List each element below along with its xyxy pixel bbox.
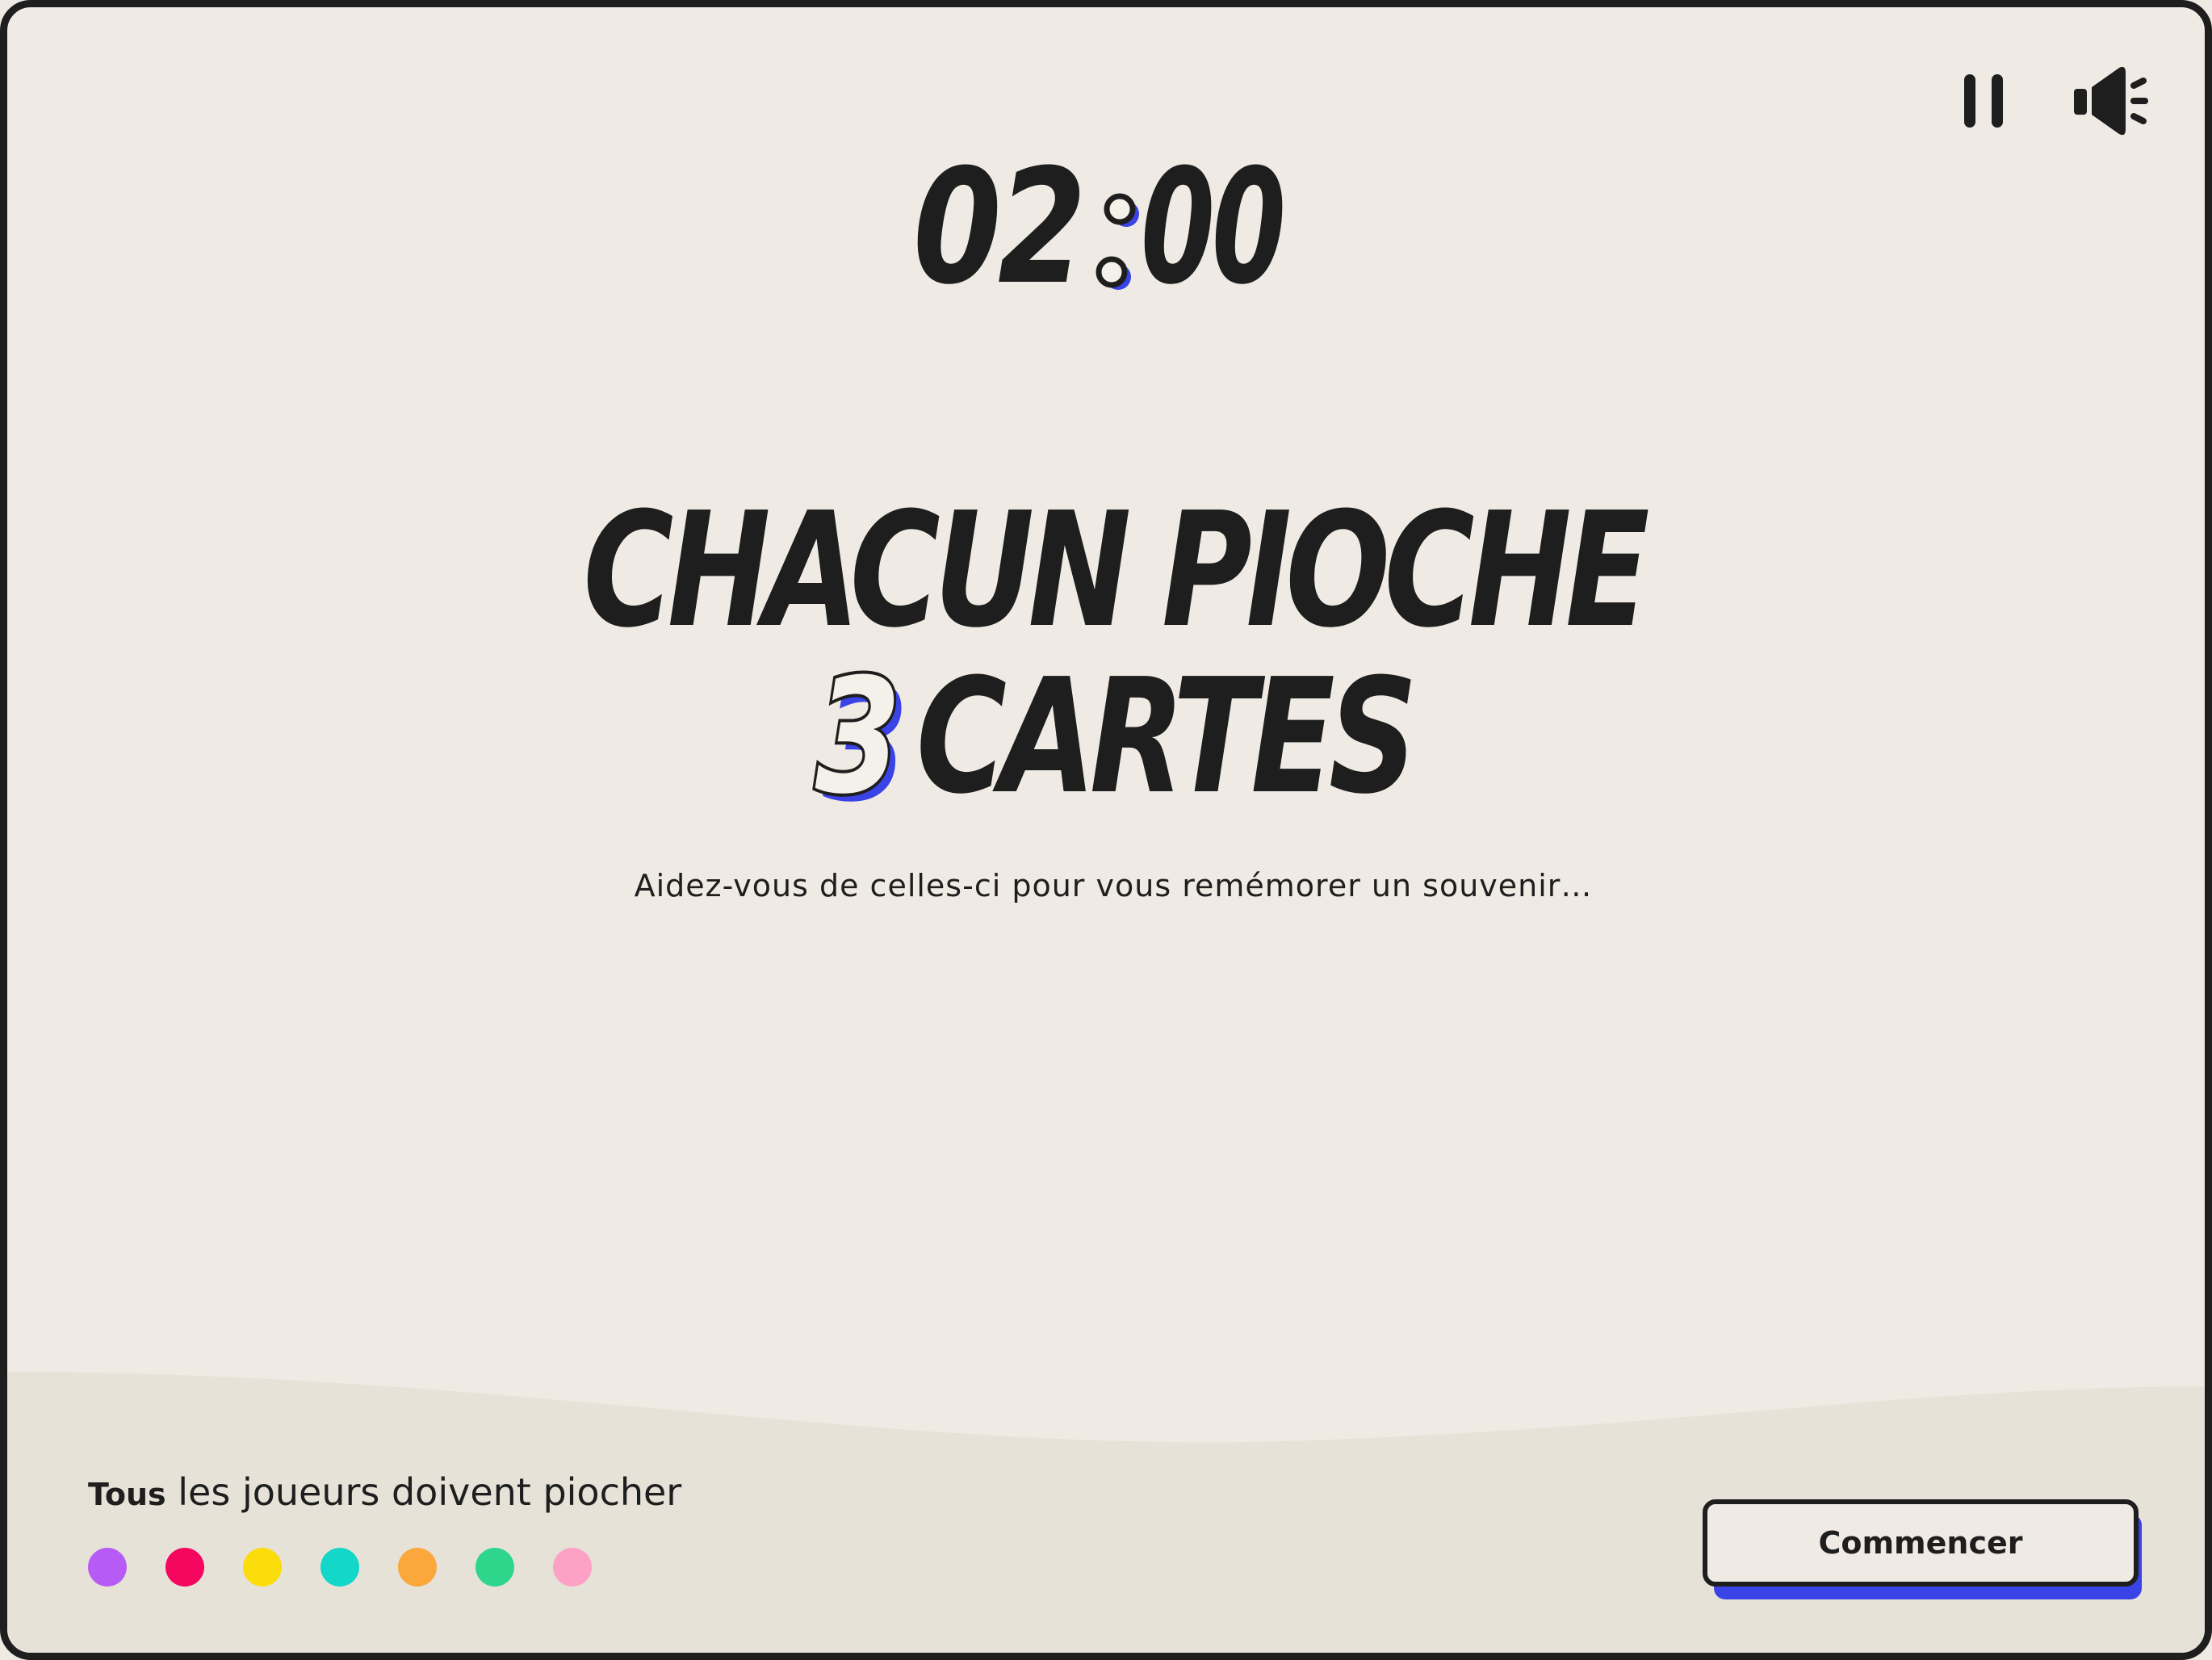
title-cards-word: CARTES (915, 645, 1418, 829)
pause-icon (1964, 74, 2003, 128)
player-dot (320, 1548, 359, 1587)
timer-seconds: 00 (1141, 136, 1283, 314)
player-dot (553, 1548, 592, 1587)
start-button[interactable]: Commencer (1703, 1499, 2139, 1587)
player-dot (475, 1548, 514, 1587)
player-dot (243, 1548, 282, 1587)
start-button-wrap: Commencer (1703, 1499, 2142, 1599)
player-dot (165, 1548, 204, 1587)
players-label-strong: Tous (88, 1477, 166, 1512)
player-dot (398, 1548, 437, 1587)
instruction-title: CHACUN PIOCHE 3 3 CARTES (250, 479, 1975, 828)
players-label-rest: les joueurs doivent piocher (165, 1470, 682, 1514)
card-count: 3 3 (813, 651, 909, 828)
player-dot (88, 1548, 127, 1587)
countdown-timer: 02 00 (913, 136, 1288, 314)
title-line-2: 3 3 CARTES (250, 651, 1975, 828)
game-screen: 02 00 CHACUN PIOCHE 3 3 CARTES Aidez-vou… (0, 0, 2212, 1660)
timer-colon (1096, 193, 1139, 290)
timer-minutes: 02 (913, 136, 1083, 314)
card-count-number: 3 (813, 645, 904, 829)
title-line-1: CHACUN PIOCHE (583, 479, 1649, 663)
instruction-subtitle: Aidez-vous de celles-ci pour vous remémo… (634, 868, 1593, 903)
speaker-icon (2074, 66, 2148, 136)
player-color-dots (88, 1548, 592, 1587)
players-instruction: Tous les joueurs doivent piocher (88, 1470, 681, 1514)
